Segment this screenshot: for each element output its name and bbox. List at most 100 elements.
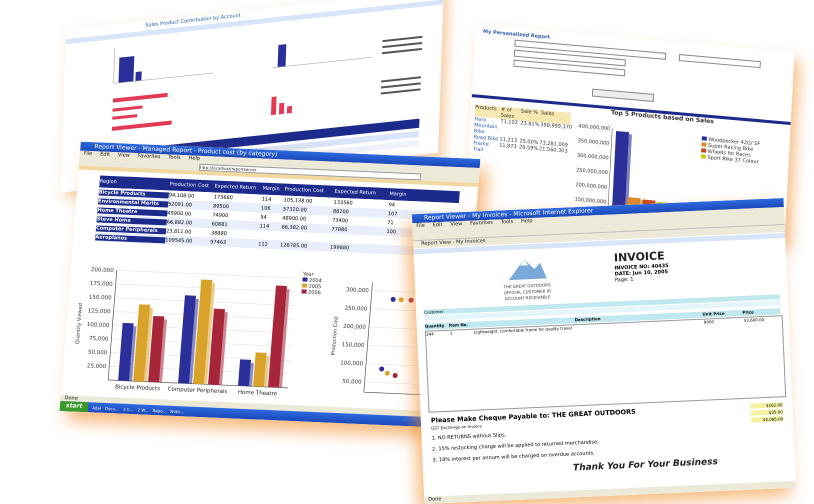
cell-product[interactable]: Frame Trail [473,140,500,154]
cost-table: Region Production Cost Expected Return M… [94,175,460,258]
chart-3 [111,92,172,131]
cell: 114 [261,196,272,203]
cell-unit-price: 8000 [703,319,715,325]
cell: 106 [260,205,271,212]
y-tick-label: 50,000 [342,379,362,386]
col-header: Expected Return [214,183,257,192]
col-header: Expected Return [334,188,377,197]
cell: 94 [388,201,396,208]
cell-price: $3,600.00 [743,316,765,323]
total-line: $162.00 [750,402,783,409]
row-label: Aeroplanes [95,233,166,243]
y-tick-label: 250,000 [344,306,368,313]
cell: 52091.00 [167,200,193,209]
cell: 109545.00 [165,236,193,245]
y-tick-label: 300,000 [346,287,370,294]
run-button[interactable] [591,88,655,102]
bar [118,56,135,83]
status-bar: Done [424,480,797,504]
cell: 11,873 [499,142,517,151]
y-tick-label: 200,000 [91,267,115,274]
y-tick-label: 150,000,000 [574,197,606,206]
yearly-bar-chart: 200,000 175,000 150,000 125,000 100,000 75,00… [75,267,297,398]
cell-quantity: 344 [425,331,434,337]
cell [386,241,416,242]
taskbar-item[interactable]: Notic... [170,408,185,414]
y-tick-label: 250,000,000 [576,167,608,176]
thank-you-message: Thank You For Your Business [572,457,719,474]
cell: 45900.00 [167,209,192,217]
cell-product[interactable]: Hero Mountain Bike [474,116,501,136]
invoice-page: Page: 1 [614,276,634,284]
col-header: Production Cost [169,181,210,190]
x-tick-label: Bicycle Products [115,384,161,392]
cell: 114 [259,222,270,230]
terms-list: 1. NO RETURNS without Slips. 2. 15% rest… [432,428,600,463]
x-tick-label: Home Theatre [238,390,278,398]
y-tick-label: 400,000,000 [578,123,610,132]
col-header: Region [99,178,118,186]
cell [331,238,386,240]
y-tick-label: 350,000,000 [578,138,610,147]
col-header: Production Cost [284,186,325,195]
chart-legend: Woodpecker 42G/ SF Super Racing Bike Whe… [700,136,784,167]
col-header: Quantity [424,322,445,329]
y-axis-label: Quantity Viewed [75,303,84,344]
y-tick-label: 150,000 [341,342,365,349]
cell: 94,108.00 [168,192,195,200]
point [392,373,398,379]
col-header: Margin [389,191,407,198]
taskbar-item[interactable]: 2 W... [137,407,149,412]
col-header: Item No. [448,321,469,328]
customer-label: Customer [424,308,444,315]
cell: 23,811.00 [165,227,192,236]
y-tick-label: 100,000 [340,360,364,367]
taskbar-item[interactable]: Docu... [105,405,119,411]
y-tick-label: 150,000 [89,295,113,302]
cell: 21,560,303 [538,146,568,155]
y-tick-label: 25,000 [87,363,107,370]
point [384,370,390,376]
chart-legend: Year 2004 2005 2006 [301,271,322,296]
y-tick-label: 125,000 [88,308,112,315]
cell: 71,102 [500,118,519,127]
total-line: $4,085.00 [751,416,784,423]
cell-item-no: 1 [449,330,453,336]
point [398,297,404,303]
y-tick-label: 200,000,000 [575,182,607,191]
cell [281,236,331,238]
cell: 23.81% [520,120,540,129]
taskbar-item[interactable]: Adel [92,405,101,410]
point [408,297,414,303]
gridline [116,270,297,279]
bar [135,71,142,82]
cell [385,249,415,250]
taskbar-item[interactable]: 3 C... [123,406,134,411]
company-line: ACCOUNT RECEIVABLE [504,294,551,302]
cell: 54 [260,214,267,221]
bar [277,44,287,68]
gst-note: GST Exchange on Invoice [431,423,482,431]
y-tick-label: 300,000,000 [577,153,609,162]
y-tick-label: 100,000 [86,322,110,329]
products-table: Products # of Sales Sale % Sales Hero Mo… [473,104,572,160]
legend-item: 2006 [301,289,321,296]
taskbar-item[interactable]: Repo... [152,408,166,414]
cell: 199880 [329,244,350,251]
totals-box: $162.00 $35.00 $4,085.00 [750,402,784,423]
term-item: 3. 18% interest per annum will be charge… [432,450,596,464]
y-axis-label: Production Cost [331,316,340,355]
point [379,366,385,372]
y-tick-label: 175,000 [90,281,114,288]
col-header: Margin [262,185,280,193]
company-address: THE GREAT OUTDOORS OFFICIAL CUSTOMER ID … [497,282,558,303]
cell-description: Lightweight, comfortable frame for quali… [473,325,572,335]
company-logo-icon [508,259,547,281]
y-tick-label: 200,000 [343,324,367,331]
chart-4 [270,96,293,116]
cell: 26.59% [518,144,539,153]
start-button[interactable]: start [59,400,89,413]
filter-select-2[interactable] [678,54,761,69]
cell: 97463 [210,238,227,246]
line-item-row: 344 1 Lightweight, comfortable frame for… [424,315,787,413]
